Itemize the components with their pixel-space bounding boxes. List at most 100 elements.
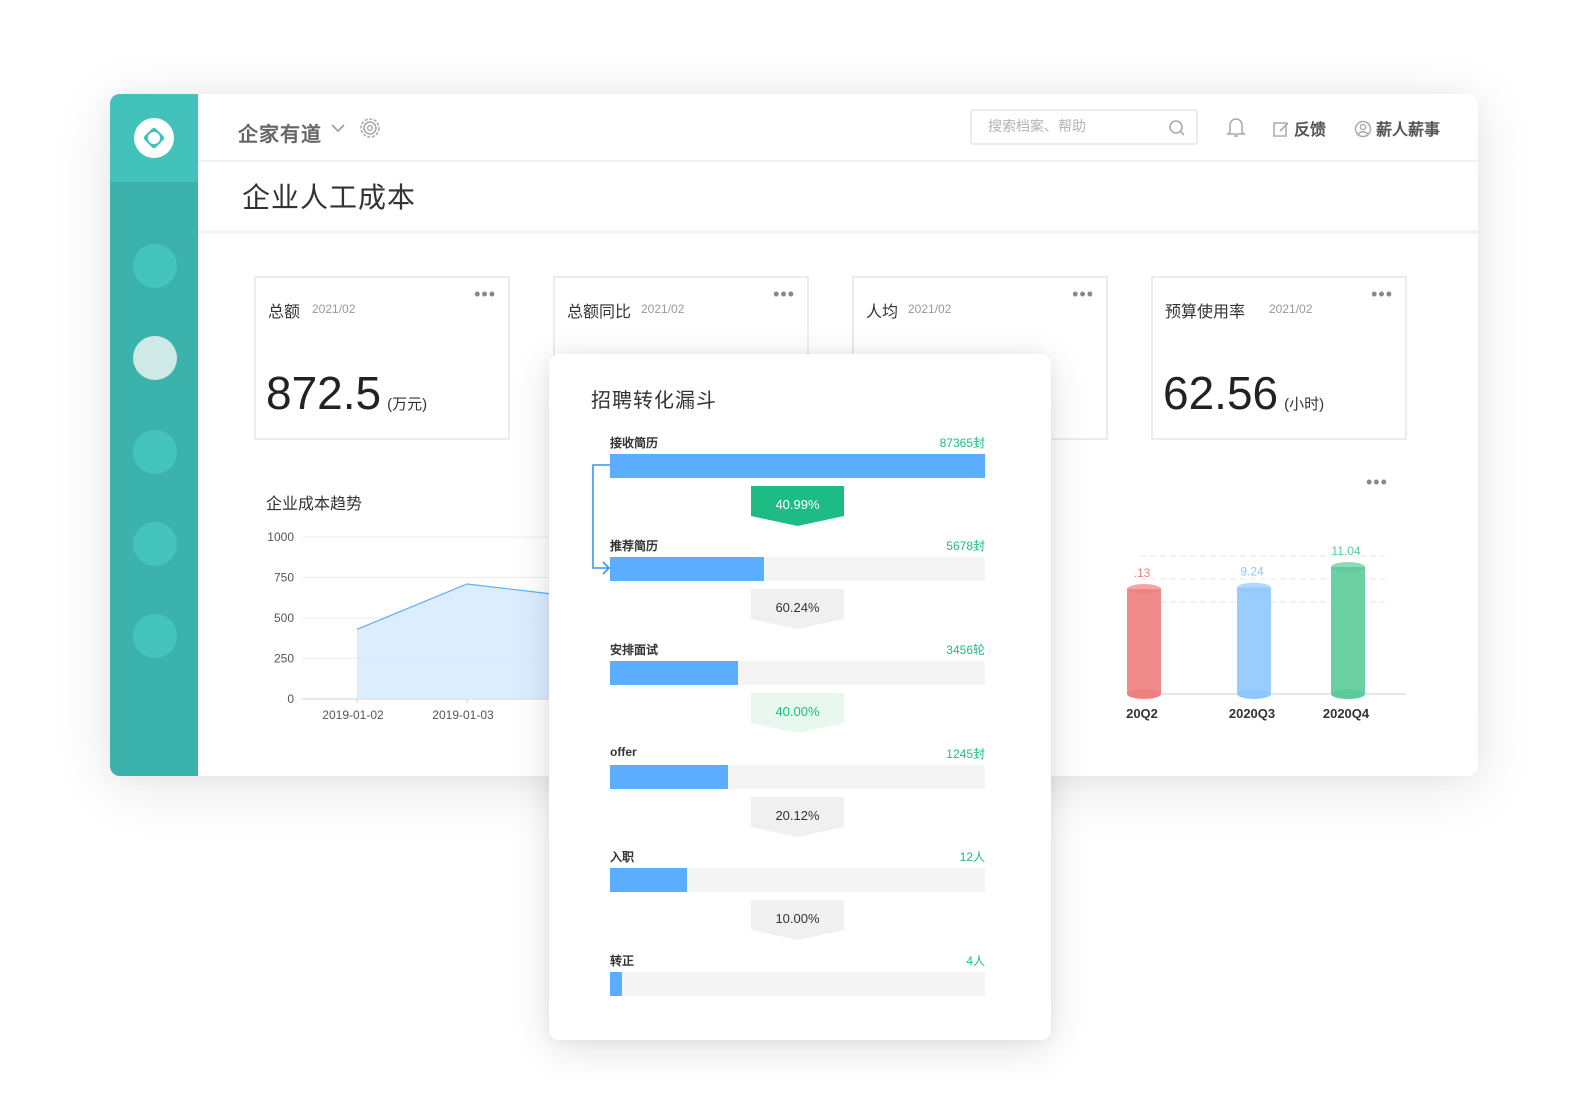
conversion-rate: 20.12% — [775, 808, 820, 823]
bell-icon[interactable] — [1226, 116, 1246, 138]
nav-item-4[interactable] — [133, 522, 177, 566]
search-input[interactable] — [988, 118, 1158, 134]
search-icon[interactable] — [1168, 119, 1186, 137]
logo-box[interactable] — [110, 94, 198, 182]
kpi-card-budget: 预算使用率 2021/02 ••• 62.56 (小时) — [1151, 276, 1407, 440]
funnel-bar-track — [610, 454, 985, 478]
funnel-stage-label: 转正 — [610, 954, 635, 968]
more-menu-icon[interactable]: ••• — [1072, 284, 1094, 305]
user-menu[interactable]: 薪人薪事 — [1354, 116, 1440, 140]
more-menu-icon[interactable]: ••• — [1371, 284, 1393, 305]
conversion-rate: 40.00% — [775, 704, 820, 719]
nav-item-3[interactable] — [133, 430, 177, 474]
feedback-link[interactable]: 反馈 — [1272, 116, 1326, 140]
search-box[interactable] — [970, 109, 1198, 145]
more-menu-icon[interactable]: ••• — [773, 284, 795, 305]
category-label: 2020Q4 — [1323, 706, 1370, 721]
bar-value-label: .13 — [1134, 566, 1151, 580]
y-tick-label: 750 — [274, 571, 294, 585]
gear-icon[interactable] — [358, 116, 382, 140]
conversion-rate: 10.00% — [775, 911, 820, 926]
kpi-name: 预算使用率 — [1165, 304, 1246, 321]
nav-item-1[interactable] — [133, 244, 177, 288]
bar-value-label: 9.24 — [1240, 565, 1264, 579]
bar — [1331, 567, 1365, 694]
bar-value-label: 11.04 — [1331, 544, 1360, 558]
conversion-badge: 40.99% — [751, 486, 844, 526]
page-title: 企业人工成本 — [242, 182, 417, 213]
kpi-name: 人均 — [866, 304, 899, 321]
kpi-name: 总额同比 — [567, 304, 632, 321]
more-menu-icon[interactable]: ••• — [474, 284, 496, 305]
nav-item-5[interactable] — [133, 614, 177, 658]
funnel-stage-label: 接收简历 — [610, 436, 659, 450]
funnel-stage-count: 3456轮 — [946, 643, 985, 657]
funnel-bar — [610, 765, 729, 789]
kpi-date: 2021/02 — [1269, 302, 1313, 316]
kpi-name: 总额 — [268, 304, 301, 321]
recruitment-funnel-card: 招聘转化漏斗 接收简历 87365封 40.99% 推荐简历 5678封 60.24% 安排… — [549, 354, 1051, 1040]
trend-chart-title: 企业成本趋势 — [266, 496, 363, 513]
conversion-badge: 20.12% — [751, 797, 844, 837]
funnel-stage-label: offer — [610, 745, 637, 759]
funnel-title: 招聘转化漏斗 — [591, 390, 717, 412]
edit-icon — [1273, 122, 1289, 137]
conversion-badge: 60.24% — [751, 589, 844, 629]
funnel-stage-count: 87365封 — [939, 436, 985, 450]
funnel-bar-track — [610, 765, 985, 789]
funnel-stage-label: 入职 — [610, 850, 635, 864]
funnel-bar — [610, 868, 687, 892]
funnel-bar-track — [610, 972, 985, 996]
feedback-label: 反馈 — [1294, 122, 1327, 139]
area-fill — [357, 583, 550, 699]
category-label: 20Q2 — [1126, 706, 1158, 721]
conversion-rate: 40.99% — [775, 497, 820, 512]
logo-icon — [134, 118, 174, 158]
funnel-connector-arrow — [592, 464, 611, 575]
bar — [1127, 589, 1161, 694]
funnel-bar — [610, 454, 985, 478]
quarter-bar-chart: .1320Q29.242020Q311.042020Q48.382020Q5 — [1126, 544, 1406, 721]
funnel-bar — [610, 557, 764, 581]
x-tick-label: 2019-01-03 — [432, 708, 494, 722]
nav-item-2-active[interactable] — [133, 336, 177, 380]
y-tick-label: 500 — [274, 611, 294, 625]
bar-chart-more-icon[interactable]: ••• — [1366, 472, 1388, 493]
company-switcher[interactable]: 企家有道 — [238, 118, 322, 147]
kpi-date: 2021/02 — [908, 302, 952, 316]
bar-base — [1237, 689, 1271, 699]
funnel-bar — [610, 661, 738, 685]
funnel-bar-track — [610, 661, 985, 685]
bar-top — [1127, 584, 1161, 595]
kpi-number: 872.5 — [266, 367, 382, 419]
user-name: 薪人薪事 — [1376, 122, 1441, 139]
trend-chart: 1000 750 500 250 0 2019-01-02 2019-01-03 — [267, 530, 580, 722]
bar-base — [1127, 689, 1161, 699]
bar — [1237, 587, 1271, 694]
sidebar — [110, 94, 198, 776]
chevron-down-icon[interactable] — [330, 120, 346, 136]
stage: 企家有道 反馈 薪人薪事 企业人工成本 总额 2021/02 ••• 872.5… — [0, 0, 1574, 1106]
funnel-stage-count: 5678封 — [946, 539, 985, 553]
user-icon — [1354, 120, 1372, 138]
kpi-unit: (万元) — [387, 396, 428, 413]
kpi-date: 2021/02 — [312, 302, 356, 316]
y-tick-label: 250 — [274, 652, 294, 666]
kpi-unit: (小时) — [1284, 396, 1325, 413]
y-tick-label: 0 — [287, 692, 294, 706]
category-label: 2020Q3 — [1229, 706, 1275, 721]
kpi-value: 872.5 (万元) — [266, 366, 427, 420]
bar-top — [1331, 562, 1365, 573]
kpi-value: 62.56 (小时) — [1163, 366, 1324, 420]
funnel-bar-track — [610, 557, 985, 581]
kpi-card-total: 总额 2021/02 ••• 872.5 (万元) — [254, 276, 510, 440]
funnel-stage-count: 12人 — [959, 850, 985, 864]
top-header: 企家有道 反馈 薪人薪事 — [198, 94, 1478, 162]
bar-top — [1237, 582, 1271, 593]
x-tick-label: 2019-01-02 — [322, 708, 384, 722]
y-tick-label: 1000 — [267, 530, 294, 544]
conversion-badge: 40.00% — [751, 693, 844, 733]
funnel-stage-label: 安排面试 — [610, 643, 659, 657]
connector-path — [592, 464, 611, 575]
funnel-bar — [610, 972, 623, 996]
